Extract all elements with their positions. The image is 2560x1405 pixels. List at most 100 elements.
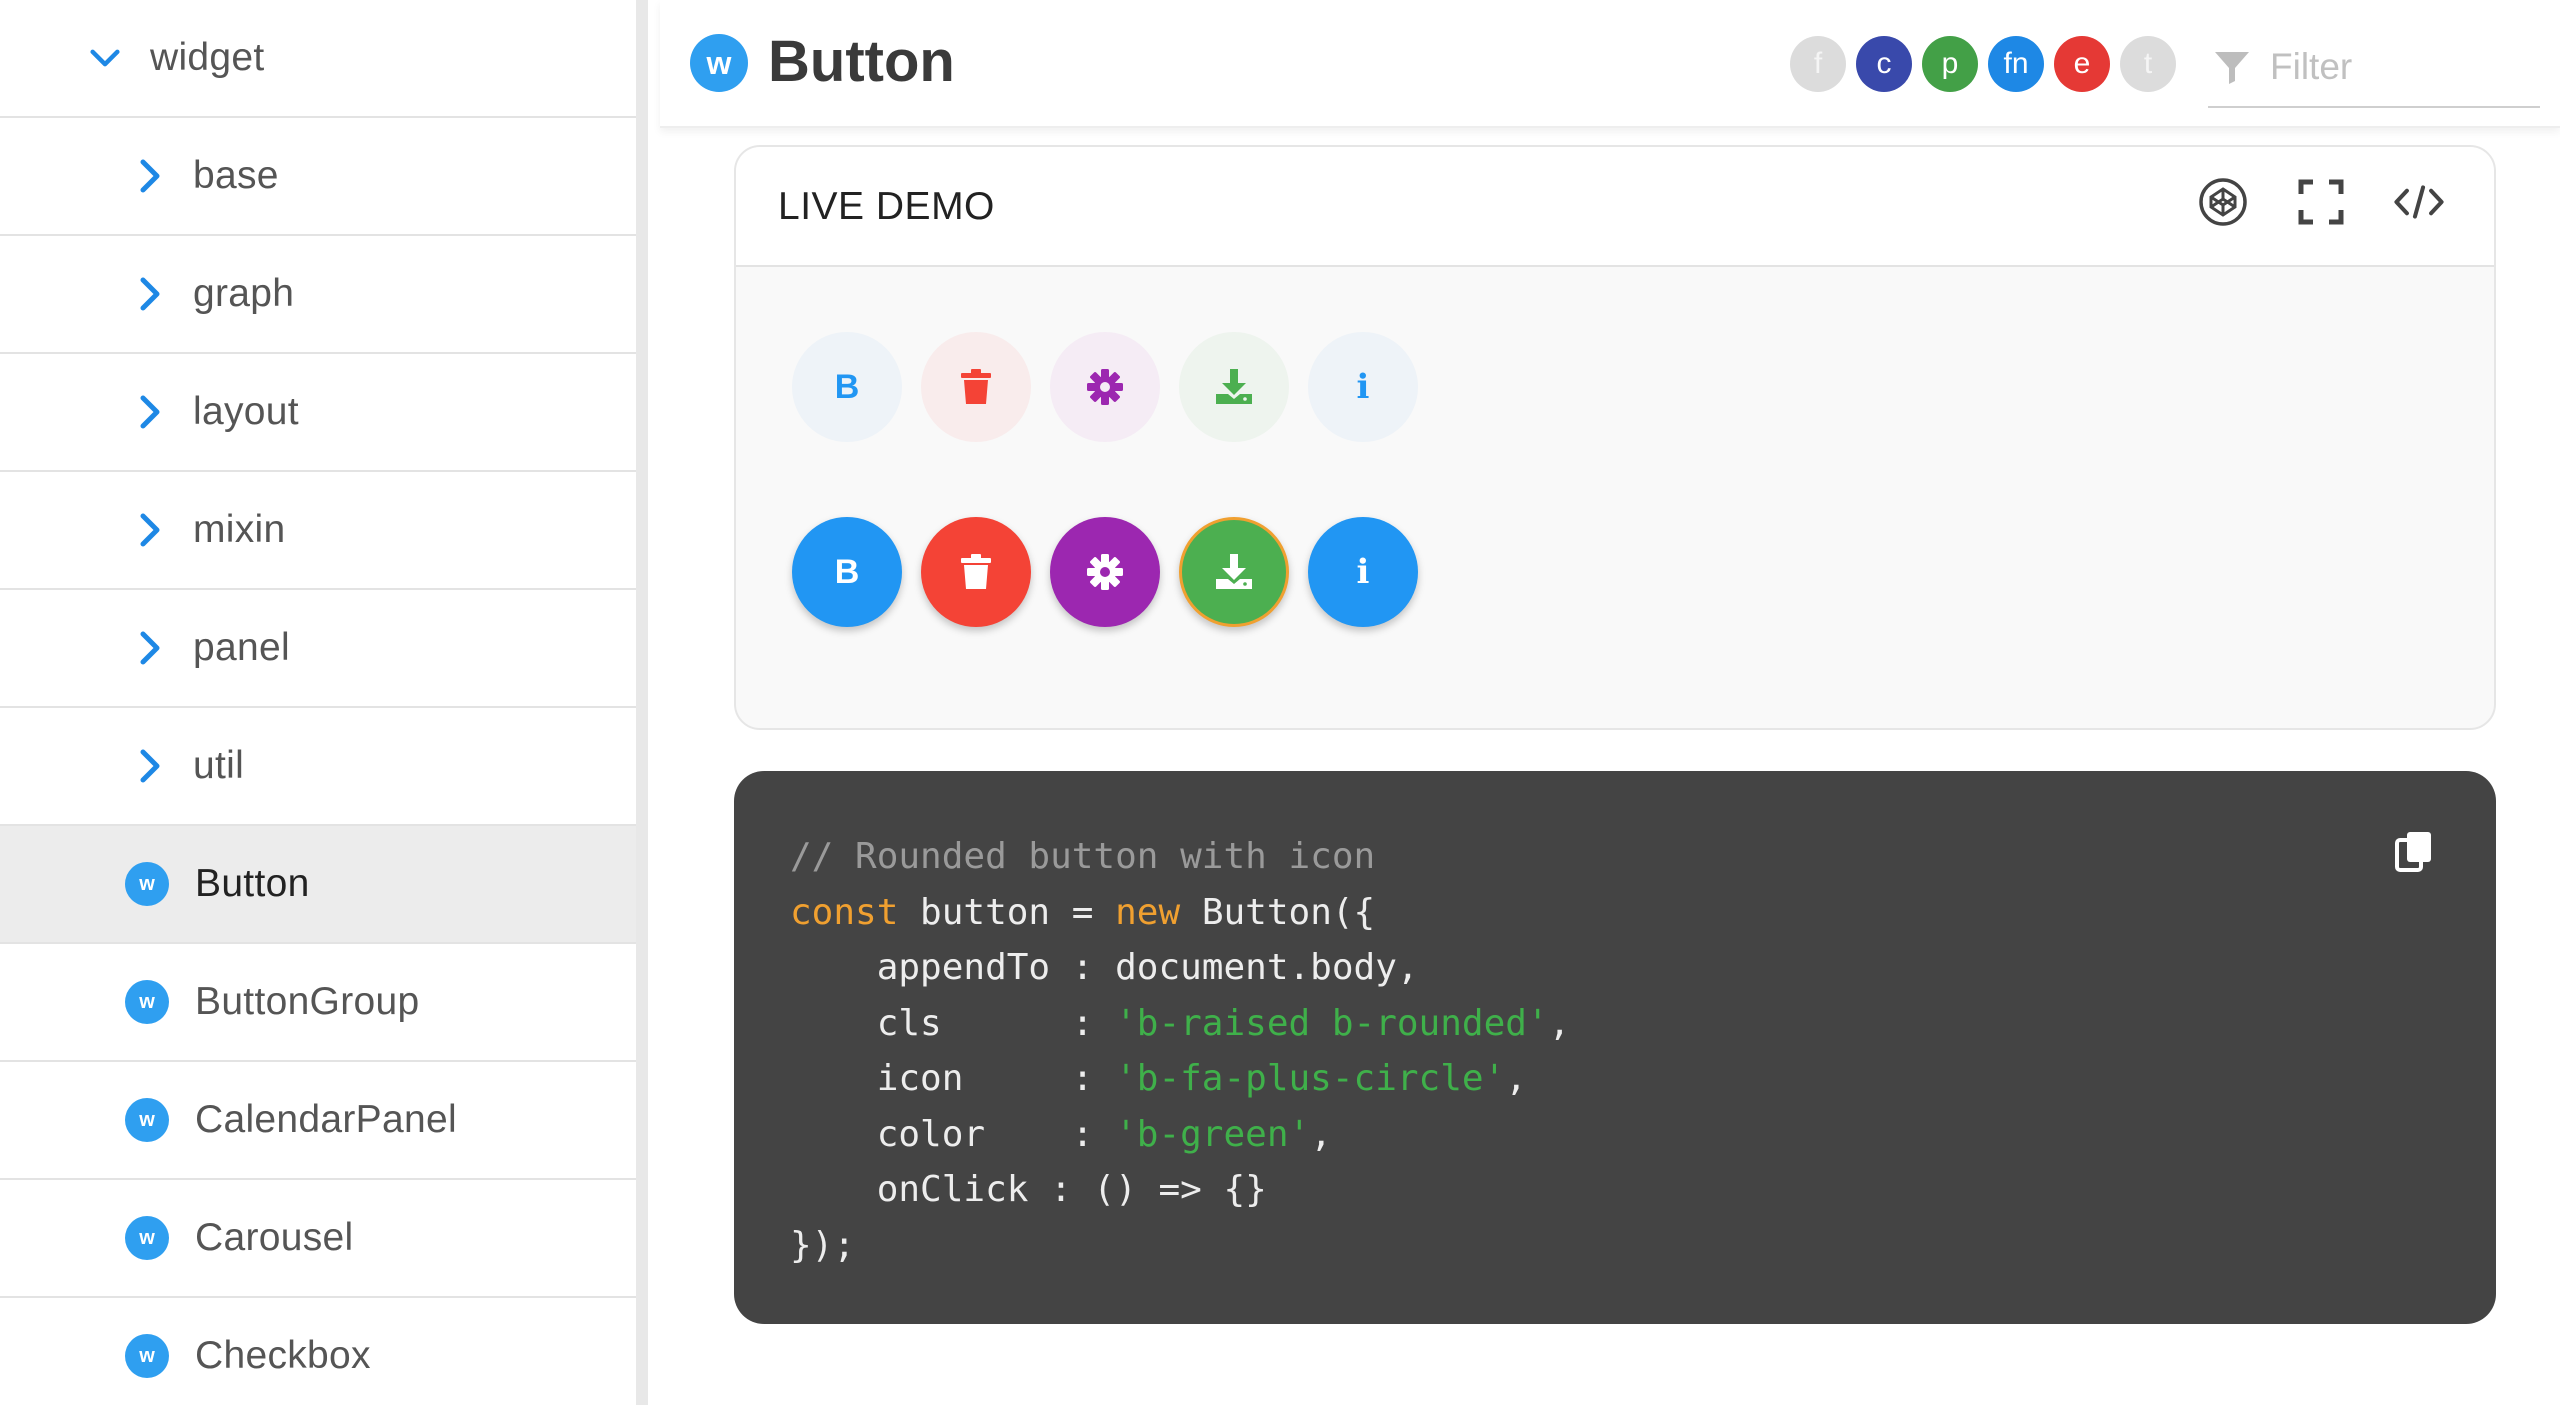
code-line: color : 'b-green', [790,1107,1570,1163]
raised-gear-button[interactable] [1050,517,1160,627]
raised-b-button[interactable]: B [792,517,902,627]
raised-download-button[interactable] [1179,517,1289,627]
code-token: , [1548,1002,1571,1044]
code-block[interactable]: // Rounded button with icon const button … [790,829,1570,1273]
code-token: new [1115,891,1181,933]
trash-icon [959,368,993,406]
filter-input[interactable] [2270,46,2530,88]
code-line: icon : 'b-fa-plus-circle', [790,1051,1570,1107]
code-token: 'b-fa-plus-circle' [1115,1058,1506,1099]
trash-icon [959,553,993,591]
tree-item-graph[interactable]: graph [0,236,636,354]
raised-info-button[interactable]: i [1308,517,1418,627]
gear-icon [1086,553,1124,591]
raised-button-row: Bi [792,517,1418,627]
page-title: Button [768,29,955,94]
tree-item-panel[interactable]: panel [0,590,636,708]
widget-badge-icon: w [690,34,748,92]
code-token: , [1310,1113,1332,1155]
light-button-row: Bi [792,332,1418,442]
filter-field [2208,28,2540,108]
code-icon[interactable] [2394,177,2444,227]
tree-item-util[interactable]: util [0,708,636,826]
code-line: }); [790,1218,1570,1274]
code-token: // Rounded button with icon [790,836,1376,877]
light-info-button[interactable]: i [1308,332,1418,442]
copy-icon[interactable] [2394,829,2434,873]
filter-toggle-fn[interactable]: fn [1988,36,2044,92]
tree-item-label: CalendarPanel [195,1098,457,1141]
tree-item-label: panel [193,626,290,669]
tree-item-buttongroup[interactable]: w ButtonGroup [0,944,636,1062]
chevron-right-icon [135,277,165,311]
tree-item-label: Carousel [195,1216,354,1259]
tree-item-label: Button [195,862,310,905]
tree-item-layout[interactable]: layout [0,354,636,472]
chevron-right-icon [135,749,165,783]
member-filter-toggles: f c p fn e t [1790,36,2176,92]
tree-item-mixin[interactable]: mixin [0,472,636,590]
light-download-button[interactable] [1179,332,1289,442]
filter-toggle-t[interactable]: t [2120,36,2176,92]
code-line: appendTo : document.body, [790,940,1570,996]
chevron-down-icon [90,43,120,73]
page-header: w Button f c p fn e t [660,0,2560,128]
tree-item-label: mixin [193,508,286,551]
filter-toggle-e[interactable]: e [2054,36,2110,92]
tree-item-base[interactable]: base [0,118,636,236]
download-icon [1214,368,1254,406]
button-text: i [1356,552,1370,592]
filter-toggle-p[interactable]: p [1922,36,1978,92]
light-trash-button[interactable] [921,332,1031,442]
button-text: i [1356,367,1370,407]
tree-item-label: graph [193,272,295,315]
button-text: B [834,552,860,591]
tree-item-label: Checkbox [195,1334,371,1377]
code-line: // Rounded button with icon [790,829,1570,885]
chevron-right-icon [135,395,165,429]
tree-item-carousel[interactable]: w Carousel [0,1180,636,1298]
code-token: appendTo : document.body, [790,947,1419,988]
live-demo-panel: LIVE DEMO Bi Bi [734,145,2496,730]
code-token: Button({ [1180,891,1376,933]
tree-item-calendarpanel[interactable]: w CalendarPanel [0,1062,636,1180]
light-gear-button[interactable] [1050,332,1160,442]
filter-toggle-f[interactable]: f [1790,36,1846,92]
code-token: 'b-raised b-rounded' [1115,1002,1549,1044]
code-token: color : [790,1113,1116,1155]
widget-badge-icon: w [125,1098,169,1142]
code-token: 'b-green' [1115,1113,1311,1155]
live-demo-title: LIVE DEMO [778,185,995,228]
code-token: const [790,891,899,933]
chevron-right-icon [135,513,165,547]
button-text: B [834,367,860,406]
code-panel: // Rounded button with icon const button … [734,771,2496,1324]
tree-item-label: widget [150,36,265,79]
download-icon [1214,553,1254,591]
widget-badge-icon: w [125,1216,169,1260]
code-line: onClick : () => {} [790,1162,1570,1218]
tree-item-label: ButtonGroup [195,980,420,1023]
tree-item-label: base [193,154,279,197]
code-token: button = [898,891,1116,933]
tree-item-widget[interactable]: widget [0,0,636,118]
chevron-right-icon [135,631,165,665]
tree-item-label: util [193,744,245,787]
fullscreen-icon[interactable] [2296,177,2346,227]
code-line: cls : 'b-raised b-rounded', [790,996,1571,1052]
code-token: cls : [790,1002,1116,1044]
light-b-button[interactable]: B [792,332,902,442]
code-token: onClick : () => {} [790,1169,1267,1210]
widget-badge-icon: w [125,1334,169,1378]
filter-toggle-c[interactable]: c [1856,36,1912,92]
live-demo-header: LIVE DEMO [736,147,2494,267]
code-token: , [1505,1058,1527,1099]
tree-item-checkbox[interactable]: w Checkbox [0,1298,636,1405]
gear-icon [1086,368,1124,406]
tree-item-label: layout [193,390,299,433]
codepen-icon[interactable] [2198,177,2248,227]
raised-trash-button[interactable] [921,517,1031,627]
sidebar: widget base graph layout mixin panel uti… [0,0,648,1405]
code-token: }); [790,1224,856,1266]
tree-item-button[interactable]: w Button [0,826,636,944]
